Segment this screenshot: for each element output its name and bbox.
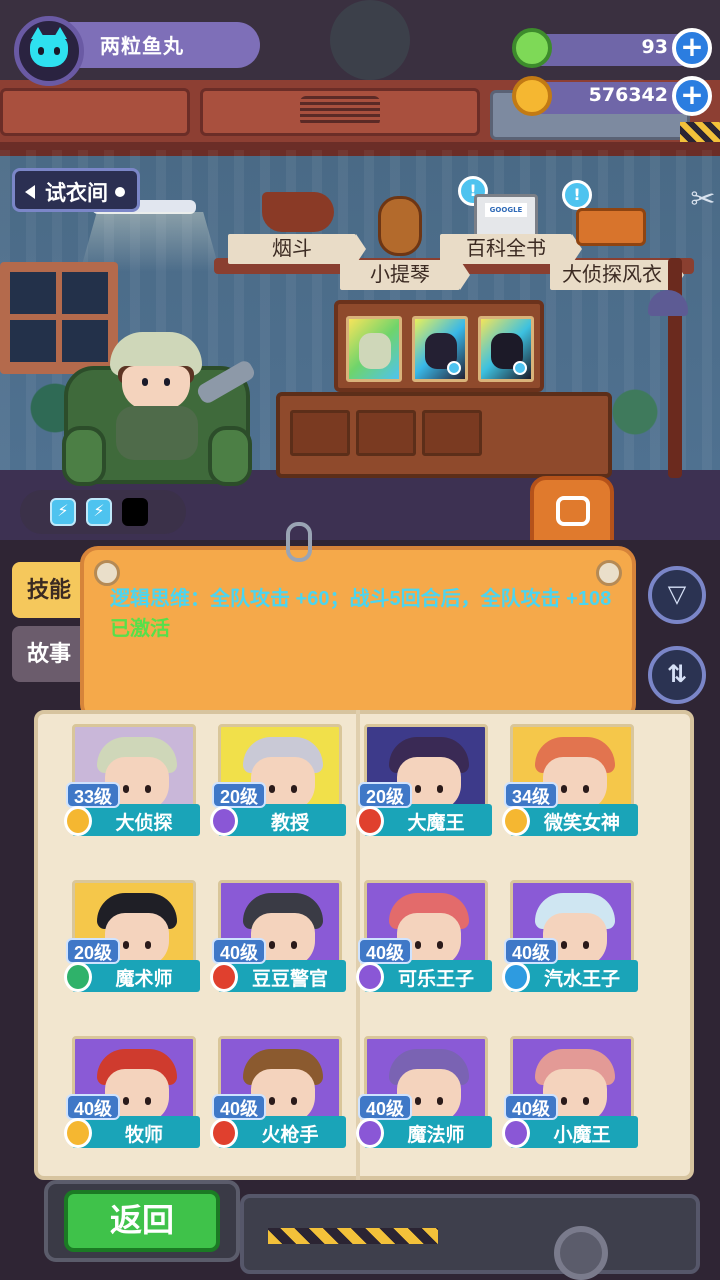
energy-bar: ⚡ ⚡ bbox=[20, 490, 186, 534]
character-level: 40级 bbox=[212, 938, 267, 964]
character-level: 33级 bbox=[66, 782, 121, 808]
character-level: 40级 bbox=[66, 1094, 121, 1120]
currency-coin: 576342 + bbox=[512, 76, 712, 116]
pipe-item[interactable] bbox=[262, 192, 334, 232]
gear-icon bbox=[554, 1226, 608, 1280]
detective-character[interactable] bbox=[106, 332, 206, 462]
character-name: 教授 bbox=[270, 813, 309, 834]
character-name: 魔术师 bbox=[115, 969, 173, 990]
skill-text: 逻辑思维：全队攻击 +60；战斗5回合后，全队攻击 +108 bbox=[110, 588, 612, 610]
notice-bubble[interactable]: ! bbox=[562, 180, 592, 210]
character-level: 34级 bbox=[504, 782, 559, 808]
character-level: 40级 bbox=[504, 938, 559, 964]
currency-gem: 93 + bbox=[512, 28, 712, 68]
back-button[interactable]: 返回 bbox=[64, 1190, 220, 1252]
green-gem-icon bbox=[512, 28, 552, 68]
character-card[interactable]: 20级 教授 bbox=[210, 724, 348, 860]
character-level: 20级 bbox=[358, 782, 413, 808]
add-coin-button[interactable]: + bbox=[672, 76, 712, 116]
violin-item[interactable] bbox=[378, 196, 422, 256]
ceiling-fan bbox=[330, 0, 410, 80]
character-card[interactable]: 20级魔术师 bbox=[64, 880, 202, 1016]
character-level: 20级 bbox=[212, 782, 267, 808]
filter-icon: ▽ bbox=[667, 580, 687, 608]
filter-button[interactable]: ▽ bbox=[648, 566, 706, 624]
item-label-pipe[interactable]: 烟斗 bbox=[228, 234, 366, 264]
gold-planet-coin-icon bbox=[512, 76, 552, 116]
board-pin bbox=[94, 560, 120, 586]
character-card[interactable]: 40级小魔王 bbox=[502, 1036, 640, 1172]
tab-story[interactable]: 故事 bbox=[12, 626, 86, 682]
skill-status: 已激活 bbox=[110, 618, 170, 640]
character-level: 20级 bbox=[66, 938, 121, 964]
character-card[interactable]: 34级微笑女神 bbox=[502, 724, 640, 860]
character-name: 牧师 bbox=[124, 1125, 163, 1146]
character-name: 可乐王子 bbox=[397, 969, 474, 990]
character-card[interactable]: 40级火枪手 bbox=[210, 1036, 348, 1172]
character-name: 大魔王 bbox=[407, 813, 465, 834]
character-name: 汽水王子 bbox=[543, 969, 620, 990]
warning-stripe bbox=[680, 122, 720, 142]
window bbox=[0, 262, 118, 374]
paper-clip-icon bbox=[286, 522, 312, 562]
character-name: 小魔王 bbox=[553, 1125, 611, 1146]
fitting-room-button[interactable]: 试衣间 bbox=[12, 168, 140, 212]
ceiling-panel bbox=[0, 88, 190, 136]
character-card[interactable]: 33级大侦探 bbox=[64, 724, 202, 860]
character-name: 大侦探 bbox=[115, 813, 173, 834]
trench-coat-item[interactable] bbox=[576, 208, 646, 246]
character-name: 火枪手 bbox=[261, 1125, 319, 1146]
energy-bolt-icon: ⚡ bbox=[86, 498, 112, 526]
fitting-room-label: 试衣间 bbox=[45, 182, 108, 205]
cat-face-icon bbox=[30, 27, 68, 67]
character-name: 豆豆警官 bbox=[251, 969, 328, 990]
energy-bolt-icon: ⚡ bbox=[50, 498, 76, 526]
gem-count: 93 bbox=[641, 36, 668, 58]
character-level: 40级 bbox=[504, 1094, 559, 1120]
character-card[interactable]: 40级汽水王子 bbox=[502, 880, 640, 1016]
character-card[interactable]: 40级魔法师 bbox=[356, 1036, 494, 1172]
skill-description: 逻辑思维：全队攻击 +60；战斗5回合后，全队攻击 +108 已激活 bbox=[110, 584, 620, 644]
avatar[interactable] bbox=[14, 16, 84, 86]
dot-icon bbox=[115, 187, 125, 197]
character-card[interactable]: 40级 牧师 bbox=[64, 1036, 202, 1172]
item-label-trench-coat[interactable]: 大侦探风衣 bbox=[550, 260, 684, 290]
photo-frame[interactable] bbox=[334, 300, 544, 392]
frame-slot bbox=[478, 316, 534, 382]
encyclopedia-screen-text: GOOGLE bbox=[485, 203, 527, 217]
player-name: 两粒鱼丸 bbox=[100, 36, 184, 58]
frame-slot bbox=[346, 316, 402, 382]
player-profile[interactable]: 两粒鱼丸 bbox=[14, 16, 260, 86]
air-vent bbox=[300, 96, 380, 126]
character-card[interactable]: 40级豆豆警官 bbox=[210, 880, 348, 1016]
character-name: 魔法师 bbox=[407, 1125, 465, 1146]
sort-button[interactable]: ⇅ bbox=[648, 646, 706, 704]
desk bbox=[276, 392, 612, 478]
frame-slot bbox=[412, 316, 468, 382]
add-gem-button[interactable]: + bbox=[672, 28, 712, 68]
scissors-icon[interactable]: ✂ bbox=[686, 178, 720, 222]
coin-count: 576342 bbox=[588, 84, 668, 106]
character-name: 微笑女神 bbox=[543, 813, 620, 834]
character-level: 40级 bbox=[358, 938, 413, 964]
character-card[interactable]: 20级大魔王 bbox=[356, 724, 494, 860]
character-level: 40级 bbox=[212, 1094, 267, 1120]
hazard-stripe bbox=[268, 1228, 438, 1244]
item-label-violin[interactable]: 小提琴 bbox=[340, 260, 470, 290]
sort-icon: ⇅ bbox=[666, 660, 688, 688]
tab-skill[interactable]: 技能 bbox=[12, 562, 86, 618]
board-pin bbox=[596, 560, 622, 586]
character-card[interactable]: 40级可乐王子 bbox=[356, 880, 494, 1016]
potted-plant bbox=[600, 370, 670, 440]
wardrobe-icon bbox=[556, 496, 590, 526]
back-arrow-icon bbox=[25, 185, 35, 199]
energy-empty-icon bbox=[122, 498, 148, 526]
character-level: 40级 bbox=[358, 1094, 413, 1120]
wardrobe-button[interactable] bbox=[530, 476, 614, 548]
